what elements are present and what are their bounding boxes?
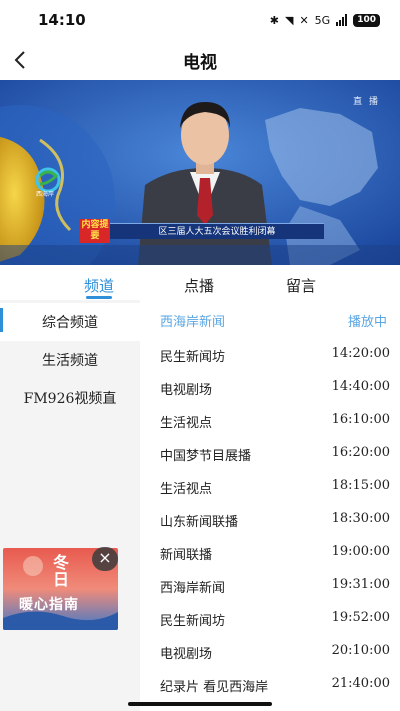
channel-sidebar: 综合频道 生活频道 FM926视频直 [0, 300, 140, 711]
tab-bar: 频道 点播 留言 [0, 265, 400, 305]
signal-icon [336, 14, 348, 26]
program-name: 纪录片 看见西海岸 [160, 680, 269, 695]
program-name: 西海岸新闻 [160, 581, 226, 596]
program-time: 19:31:00 [331, 577, 390, 592]
schedule-row[interactable]: 中国梦节目展播 16:20:00 [140, 437, 400, 470]
status-bar: 14:10 ✱ ◥ ✕ 5G 100 [0, 0, 400, 40]
program-time: 19:00:00 [331, 544, 390, 559]
schedule-row[interactable]: 生活视点 16:10:00 [140, 404, 400, 437]
status-icons: ✱ ◥ ✕ 5G 100 [269, 13, 380, 27]
schedule-row[interactable]: 民生新闻坊 19:52:00 [140, 602, 400, 635]
sidebar-item-life[interactable]: 生活频道 [0, 341, 140, 379]
sidebar-item-fm926[interactable]: FM926视频直 [0, 379, 140, 417]
program-name: 民生新闻坊 [160, 614, 226, 629]
program-name: 新闻联播 [160, 548, 213, 563]
ticker-tag: 内容提要 [80, 219, 110, 243]
schedule-row[interactable]: 民生新闻坊 14:20:00 [140, 338, 400, 371]
active-tab-indicator [86, 296, 112, 299]
program-name: 电视剧场 [160, 647, 213, 662]
battery-icon: 100 [353, 13, 380, 27]
schedule-header: 西海岸新闻 播放中 [140, 300, 400, 340]
playing-status: 播放中 [348, 315, 388, 330]
channel-logo-caption: 西海岸 [36, 191, 55, 198]
active-channel-indicator [0, 308, 3, 332]
current-channel-name: 西海岸新闻 [160, 315, 226, 330]
close-icon[interactable]: × [92, 547, 118, 571]
page-title: 电视 [183, 52, 217, 73]
promo-subtitle: 暖心指南 [19, 597, 79, 613]
video-player[interactable]: 直 播 西海岸 内容提要 区三届人大五次会议胜利闭幕 [0, 80, 400, 265]
mute-icon: ✕ [299, 13, 309, 27]
promo-title: 冬日 [53, 553, 70, 589]
program-name: 生活视点 [160, 416, 213, 431]
network-label: 5G [314, 13, 331, 27]
program-time: 20:10:00 [331, 643, 390, 658]
tab-channels[interactable]: 频道 [84, 275, 114, 296]
program-time: 16:20:00 [331, 445, 390, 460]
program-name: 中国梦节目展播 [160, 449, 252, 464]
wifi-icon: ◥ [284, 13, 294, 27]
schedule-row[interactable]: 新闻联播 19:00:00 [140, 536, 400, 569]
back-button[interactable] [8, 48, 32, 72]
status-time: 14:10 [38, 11, 86, 29]
schedule-row[interactable]: 纪录片 看见西海岸 21:40:00 [140, 668, 400, 701]
nav-bar: 电视 [0, 40, 400, 80]
schedule-row[interactable]: 电视剧场 20:10:00 [140, 635, 400, 668]
chevron-left-icon [14, 51, 25, 69]
program-name: 电视剧场 [160, 383, 213, 398]
schedule-row[interactable]: 电视剧场 14:40:00 [140, 371, 400, 404]
schedule-row[interactable]: 生活视点 18:15:00 [140, 470, 400, 503]
program-name: 山东新闻联播 [160, 515, 239, 530]
program-time: 16:10:00 [331, 412, 390, 427]
program-time: 14:20:00 [331, 346, 390, 361]
program-time: 19:52:00 [331, 610, 390, 625]
tab-on-demand[interactable]: 点播 [184, 275, 214, 296]
home-indicator[interactable] [128, 702, 272, 706]
tab-comments[interactable]: 留言 [286, 275, 316, 296]
program-time: 14:40:00 [331, 379, 390, 394]
bluetooth-icon: ✱ [269, 13, 279, 27]
schedule-row[interactable]: 西海岸新闻 19:31:00 [140, 569, 400, 602]
live-watermark: 直 播 [353, 97, 380, 107]
program-time: 18:30:00 [331, 511, 390, 526]
program-time: 18:15:00 [331, 478, 390, 493]
program-name: 生活视点 [160, 482, 213, 497]
sidebar-item-general[interactable]: 综合频道 [0, 303, 140, 341]
program-name: 民生新闻坊 [160, 350, 226, 365]
program-time: 21:40:00 [331, 676, 390, 691]
program-schedule: 西海岸新闻 播放中 民生新闻坊 14:20:00 电视剧场 14:40:00 生… [140, 300, 400, 711]
ticker-text: 区三届人大五次会议胜利闭幕 [110, 223, 324, 239]
schedule-row[interactable]: 山东新闻联播 18:30:00 [140, 503, 400, 536]
